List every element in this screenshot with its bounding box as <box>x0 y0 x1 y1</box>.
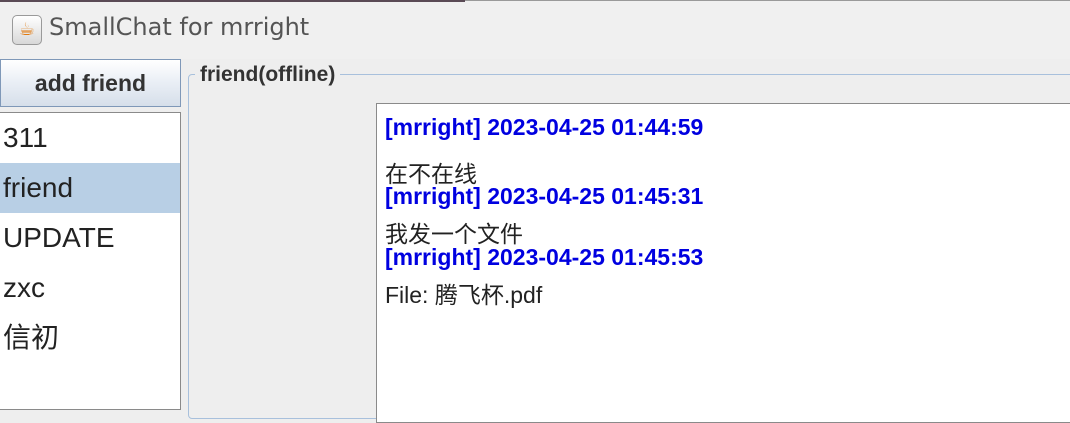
add-friend-button[interactable]: add friend <box>0 59 181 107</box>
friend-list[interactable]: 311 friend UPDATE zxc 信初 <box>0 112 181 410</box>
window-title: SmallChat for mrright <box>49 13 310 41</box>
java-cup-icon: ☕ <box>12 15 42 45</box>
chat-panel-title: friend(offline) <box>195 63 341 87</box>
friend-item-update[interactable]: UPDATE <box>0 213 180 263</box>
friend-item-zxc[interactable]: zxc <box>0 263 180 313</box>
window-edge <box>0 0 465 2</box>
message-body: File: 腾飞杯.pdf <box>385 282 543 308</box>
message-header: [mrright] 2023-04-25 01:45:53 <box>385 244 704 270</box>
message-header: [mrright] 2023-04-25 01:44:59 <box>385 114 704 140</box>
friend-item-311[interactable]: 311 <box>0 113 180 163</box>
chat-history[interactable]: [mrright] 2023-04-25 01:44:59 在不在线 [mrri… <box>376 103 1070 423</box>
message-header: [mrright] 2023-04-25 01:45:31 <box>385 183 704 209</box>
title-bar: ☕ SmallChat for mrright <box>0 0 1070 59</box>
friend-item-xinchu[interactable]: 信初 <box>0 313 180 363</box>
friend-item-friend[interactable]: friend <box>0 163 180 213</box>
